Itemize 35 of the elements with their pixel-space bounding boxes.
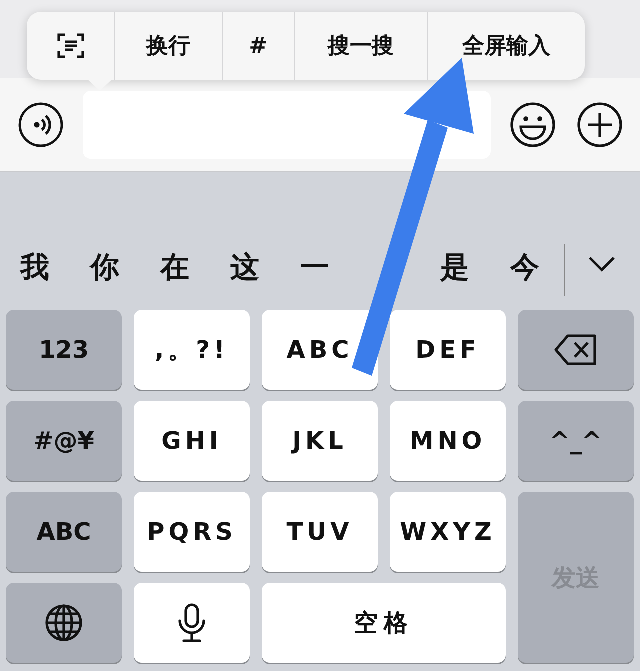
- keyboard-key[interactable]: WXYZ: [390, 492, 506, 572]
- candidate-word[interactable]: 你: [70, 248, 140, 288]
- keyboard-key[interactable]: GHI: [134, 401, 250, 481]
- candidate-word[interactable]: 在: [140, 248, 210, 288]
- keyboard-key[interactable]: TUV: [262, 492, 378, 572]
- candidate-word[interactable]: 一: [280, 248, 350, 288]
- voice-icon[interactable]: [18, 102, 64, 148]
- keyboard-key[interactable]: PQRS: [134, 492, 250, 572]
- globe-icon: [45, 604, 83, 642]
- microphone-icon: [178, 603, 206, 643]
- candidate-word[interactable]: 今: [490, 248, 560, 288]
- menu-item[interactable]: 换行: [114, 12, 222, 80]
- keyboard-key[interactable]: [6, 583, 122, 663]
- keyboard-key[interactable]: #@¥: [6, 401, 122, 481]
- scan-icon: [56, 33, 85, 59]
- candidate-word[interactable]: 这: [210, 248, 280, 288]
- keyboard-key[interactable]: ,。?!: [134, 310, 250, 390]
- delete-icon: [554, 334, 598, 366]
- message-input-field[interactable]: [83, 90, 491, 158]
- keyboard-key[interactable]: 123: [6, 310, 122, 390]
- candidate-word[interactable]: 我: [0, 248, 70, 288]
- keyboard-key[interactable]: [134, 583, 250, 663]
- keyboard-key[interactable]: 空格: [262, 583, 506, 663]
- plus-icon[interactable]: [576, 100, 624, 148]
- keyboard-key[interactable]: [518, 310, 634, 390]
- keyboard-key[interactable]: JKL: [262, 401, 378, 481]
- menu-item[interactable]: 搜一搜: [294, 12, 428, 80]
- emoji-icon[interactable]: [509, 100, 557, 148]
- keyboard-key[interactable]: ABC: [6, 492, 122, 572]
- keyboard-key[interactable]: MNO: [390, 401, 506, 481]
- keyboard-key[interactable]: ^_^: [518, 401, 634, 481]
- chevron-down-icon[interactable]: [588, 256, 616, 272]
- keyboard-key[interactable]: DEF: [390, 310, 506, 390]
- menu-item[interactable]: #: [222, 12, 294, 80]
- candidate-word[interactable]: 是: [420, 248, 490, 288]
